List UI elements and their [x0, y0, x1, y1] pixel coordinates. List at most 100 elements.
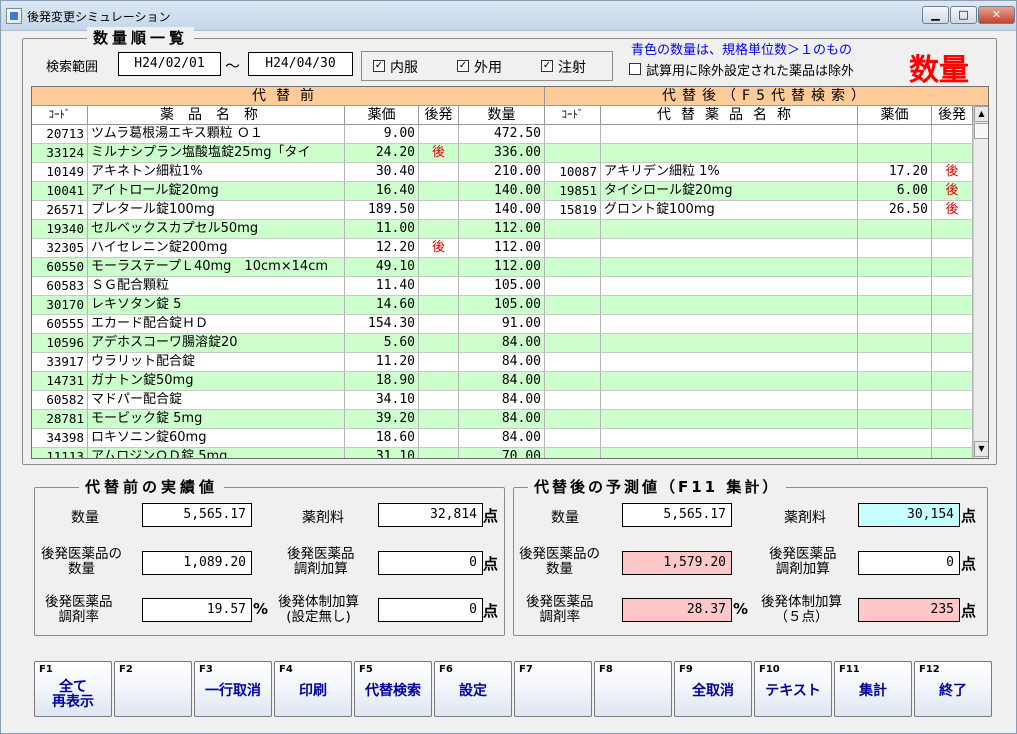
cell-alt-generic: [932, 125, 973, 144]
after-genadd-unit: 点: [961, 555, 977, 573]
table-row[interactable]: 60555 エカード配合錠ＨＤ 154.30 91.00: [32, 315, 973, 334]
cell-name: ＳＧ配合顆粒: [88, 277, 345, 296]
cell-alt-code: [545, 296, 601, 315]
after-fee-label: 薬剤料: [784, 510, 826, 526]
col-alt-generic[interactable]: 後発: [932, 106, 973, 125]
cell-price: 11.00: [345, 220, 419, 239]
fkey-f9-button[interactable]: F9 全取消: [674, 661, 752, 717]
cell-code: 60582: [32, 391, 88, 410]
cell-name: エカード配合錠ＨＤ: [88, 315, 345, 334]
col-quantity[interactable]: 数量: [459, 106, 545, 125]
fkey-f5-button[interactable]: F5 代替検索: [354, 661, 432, 717]
table-row[interactable]: 60582 マドパー配合錠 34.10 84.00: [32, 391, 973, 410]
cell-alt-price: [858, 448, 932, 458]
date-from-input[interactable]: H24/02/01: [118, 52, 221, 76]
cell-code: 10149: [32, 163, 88, 182]
cell-alt-price: [858, 429, 932, 448]
table-row[interactable]: 33917 ウラリット配合錠 11.20 84.00: [32, 353, 973, 372]
after-sysadd-value: 235: [858, 598, 960, 622]
category-checkboxes: ✓ 内服 ✓ 外用 ✓ 注射: [361, 51, 613, 81]
cell-alt-generic: 後: [932, 182, 973, 201]
scroll-down-button[interactable]: ▼: [974, 441, 988, 457]
after-fee-unit: 点: [961, 507, 977, 525]
cell-price: 30.40: [345, 163, 419, 182]
cell-alt-price: [858, 144, 932, 163]
cell-alt-code: [545, 315, 601, 334]
cell-alt-generic: [932, 315, 973, 334]
col-name[interactable]: 薬品名称: [88, 106, 345, 125]
fkey-f3-button[interactable]: F3 一行取消: [194, 661, 272, 717]
cell-alt-code: [545, 277, 601, 296]
table-row[interactable]: 34398 ロキソニン錠60mg 18.60 84.00: [32, 429, 973, 448]
before-sysadd-value: 0: [378, 598, 483, 622]
exclude-checkbox[interactable]: [629, 63, 641, 75]
cell-quantity: 336.00: [459, 144, 545, 163]
cell-alt-name: [601, 334, 858, 353]
before-genrate-unit: %: [253, 600, 269, 618]
cell-quantity: 84.00: [459, 372, 545, 391]
fkey-f8-button[interactable]: F8: [594, 661, 672, 717]
fkey-f6-button[interactable]: F6 設定: [434, 661, 512, 717]
scroll-thumb[interactable]: [974, 123, 988, 139]
fkey-f1-button[interactable]: F1 全て 再表示: [34, 661, 112, 717]
table-row[interactable]: 14731 ガナトン錠50mg 18.90 84.00: [32, 372, 973, 391]
table-row[interactable]: 60583 ＳＧ配合顆粒 11.40 105.00: [32, 277, 973, 296]
before-genrate-label: 後発医薬品 調剤率: [45, 594, 113, 625]
table-row[interactable]: 32305 ハイセレニン錠200mg 12.20 後 112.00: [32, 239, 973, 258]
cell-alt-generic: [932, 391, 973, 410]
table-row[interactable]: 10041 アイトロール錠20mg 16.40 140.00 19851 タイシロール錠2…: [32, 182, 973, 201]
fkey-number: F7: [519, 664, 533, 675]
table-row[interactable]: 19340 セルベックスカプセル50mg 11.00 112.00: [32, 220, 973, 239]
scroll-up-button[interactable]: ▲: [974, 106, 988, 122]
cell-alt-generic: [932, 144, 973, 163]
check-internal-checkbox[interactable]: ✓: [373, 60, 385, 72]
col-generic[interactable]: 後発: [419, 106, 459, 125]
table-row[interactable]: 10596 アデホスコーワ腸溶錠20 5.60 84.00: [32, 334, 973, 353]
cell-name: アイトロール錠20mg: [88, 182, 345, 201]
cell-code: 60550: [32, 258, 88, 277]
minimize-button[interactable]: ▁: [922, 6, 949, 24]
cell-name: ハイセレニン錠200mg: [88, 239, 345, 258]
cell-generic: [419, 296, 459, 315]
maximize-button[interactable]: □: [950, 6, 977, 24]
close-button[interactable]: ✕: [978, 6, 1015, 24]
table-row[interactable]: 26571 プレタール錠100mg 189.50 140.00 15819 グロント錠10…: [32, 201, 973, 220]
col-alt-name[interactable]: 代替薬品名称: [601, 106, 858, 125]
fkey-number: F8: [599, 664, 613, 675]
cell-price: 24.20: [345, 144, 419, 163]
drug-grid[interactable]: 代替前 代替後（F5代替検索） ｺｰﾄﾞ 薬品名称 薬価 後発 数量 ｺｰﾄﾞ …: [31, 86, 989, 459]
table-row[interactable]: 30170 レキソタン錠 5 14.60 105.00: [32, 296, 973, 315]
fkey-f10-button[interactable]: F10 テキスト: [754, 661, 832, 717]
table-row[interactable]: 10149 アキネトン細粒1% 30.40 210.00 10087 アキリデン細粒 1%…: [32, 163, 973, 182]
fkey-f12-button[interactable]: F12 終了: [914, 661, 992, 717]
col-alt-code[interactable]: ｺｰﾄﾞ: [545, 106, 601, 125]
col-alt-price[interactable]: 薬価: [858, 106, 932, 125]
grid-scrollbar[interactable]: ▲ ▼: [973, 106, 988, 458]
fkey-f2-button[interactable]: F2: [114, 661, 192, 717]
cell-alt-name: [601, 353, 858, 372]
after-sysadd-unit: 点: [961, 602, 977, 620]
col-price[interactable]: 薬価: [345, 106, 419, 125]
fkey-number: F9: [679, 664, 693, 675]
check-external-checkbox[interactable]: ✓: [457, 60, 469, 72]
check-injection-checkbox[interactable]: ✓: [541, 60, 553, 72]
before-sysadd-unit: 点: [483, 602, 499, 620]
cell-quantity: 70.00: [459, 448, 545, 458]
table-row[interactable]: 33124 ミルナシプラン塩酸塩錠25mg「タイ 24.20 後 336.00: [32, 144, 973, 163]
cell-price: 16.40: [345, 182, 419, 201]
after-genqty-value: 1,579.20: [622, 551, 732, 575]
fkey-f11-button[interactable]: F11 集計: [834, 661, 912, 717]
col-code[interactable]: ｺｰﾄﾞ: [32, 106, 88, 125]
fkey-number: F10: [759, 664, 780, 675]
cell-alt-code: 15819: [545, 201, 601, 220]
after-fee-value: 30,154: [858, 503, 960, 527]
table-row[interactable]: 60550 モーラステープＬ40mg 10cm×14cm 49.10 112.00: [32, 258, 973, 277]
table-row[interactable]: 11113 アムロジンＯＤ錠 5mg 31.10 70.00: [32, 448, 973, 458]
fkey-number: F1: [39, 664, 53, 675]
cell-quantity: 91.00: [459, 315, 545, 334]
date-to-input[interactable]: H24/04/30: [248, 52, 353, 76]
fkey-f7-button[interactable]: F7: [514, 661, 592, 717]
fkey-f4-button[interactable]: F4 印刷: [274, 661, 352, 717]
table-row[interactable]: 28781 モービック錠 5mg 39.20 84.00: [32, 410, 973, 429]
table-row[interactable]: 20713 ツムラ葛根湯エキス顆粒 Ｏ１ 9.00 472.50: [32, 125, 973, 144]
